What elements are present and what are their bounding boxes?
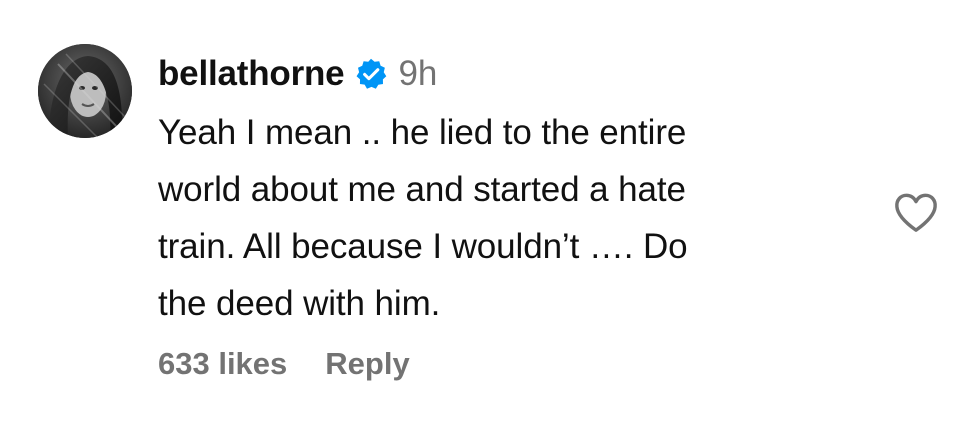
comment-text-line: world about me and started a hate [158,170,686,209]
like-button[interactable] [893,192,939,234]
username[interactable]: bellathorne [158,54,345,94]
comment-text: Yeah I mean .. he lied to the entire wor… [158,104,838,332]
avatar-image [38,44,132,138]
avatar[interactable] [38,44,132,138]
comment-actions: 633 likes Reply [158,342,410,386]
reply-button[interactable]: Reply [325,346,409,382]
comment-text-line: train. All because I wouldn’t …. Do [158,227,688,266]
likes-count-button[interactable]: 633 likes [158,346,287,382]
timestamp: 9h [398,54,438,93]
comment-text-line: the deed with him. [158,284,441,323]
comment: bellathorne 9h Yeah I mean .. he lied to… [0,0,980,426]
heart-outline-icon [895,193,937,232]
comment-header: bellathorne 9h [158,52,437,96]
comment-text-line: Yeah I mean .. he lied to the entire [158,113,687,152]
verified-badge-icon [354,57,388,91]
